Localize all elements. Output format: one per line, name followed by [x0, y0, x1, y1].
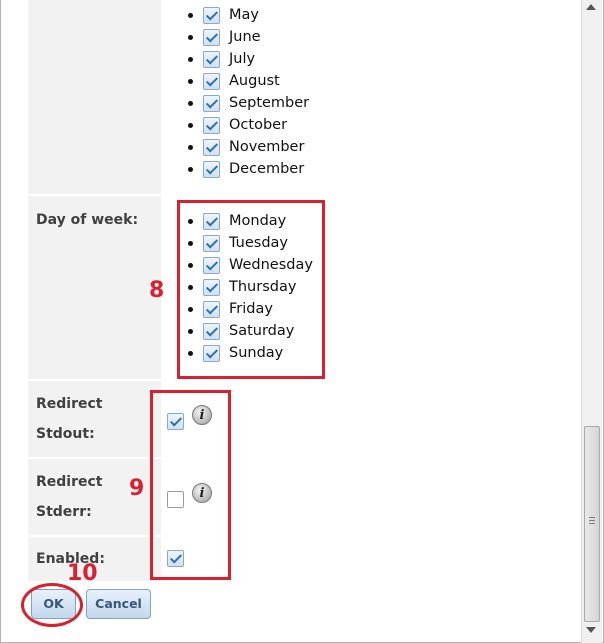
redirect-stderr-label-line2: Stderr: [36, 504, 92, 520]
month-item[interactable]: November [188, 136, 309, 158]
checkbox-checked-icon[interactable] [203, 116, 220, 134]
bullet-icon [188, 100, 193, 106]
checkbox-checked-icon[interactable] [203, 72, 220, 90]
bullet-icon [188, 56, 193, 62]
options-highlight-box [150, 390, 231, 580]
scrollbar-thumb[interactable] [584, 426, 600, 622]
month-label: May [229, 7, 259, 23]
months-list: May June July August September October N… [188, 4, 309, 180]
bullet-icon [188, 34, 193, 40]
annotation-8: 8 [149, 278, 165, 303]
bullet-icon [188, 12, 193, 18]
month-item[interactable]: July [188, 48, 309, 70]
redirect-stderr-label-line1: Redirect [36, 474, 103, 490]
month-item[interactable]: September [188, 92, 309, 114]
month-label: August [229, 73, 280, 89]
month-label: September [229, 95, 310, 111]
bullet-icon [188, 144, 193, 150]
month-label: July [229, 51, 256, 67]
grip-line [589, 523, 595, 524]
checkbox-checked-icon[interactable] [203, 6, 220, 24]
cancel-button[interactable]: Cancel [86, 589, 151, 619]
month-item[interactable]: October [188, 114, 309, 136]
checkbox-checked-icon[interactable] [203, 50, 220, 68]
scroll-up-arrow-icon[interactable] [586, 4, 596, 10]
bullet-icon [188, 166, 193, 172]
checkbox-checked-icon[interactable] [203, 94, 220, 112]
checkbox-checked-icon[interactable] [203, 28, 220, 46]
month-label: June [229, 29, 261, 45]
day-of-week-label: Day of week: [36, 212, 139, 228]
checkbox-checked-icon[interactable] [203, 160, 220, 178]
grip-line [589, 520, 595, 521]
ok-highlight-ellipse [21, 583, 83, 627]
annotation-10: 10 [67, 561, 98, 586]
month-item[interactable]: May [188, 4, 309, 26]
month-label: November [229, 139, 305, 155]
scroll-down-arrow-icon[interactable] [586, 627, 596, 633]
grip-line [589, 517, 595, 518]
month-label: October [229, 117, 288, 133]
redirect-stdout-label-line2: Stdout: [36, 426, 95, 442]
month-item[interactable]: December [188, 158, 309, 180]
months-label-cell [28, 0, 161, 194]
days-highlight-box [177, 200, 325, 379]
bullet-icon [188, 122, 193, 128]
annotation-9: 9 [129, 476, 145, 501]
month-item[interactable]: June [188, 26, 309, 48]
month-item[interactable]: August [188, 70, 309, 92]
checkbox-checked-icon[interactable] [203, 138, 220, 156]
month-label: December [229, 161, 305, 177]
bullet-icon [188, 78, 193, 84]
redirect-stdout-label-line1: Redirect [36, 396, 103, 412]
